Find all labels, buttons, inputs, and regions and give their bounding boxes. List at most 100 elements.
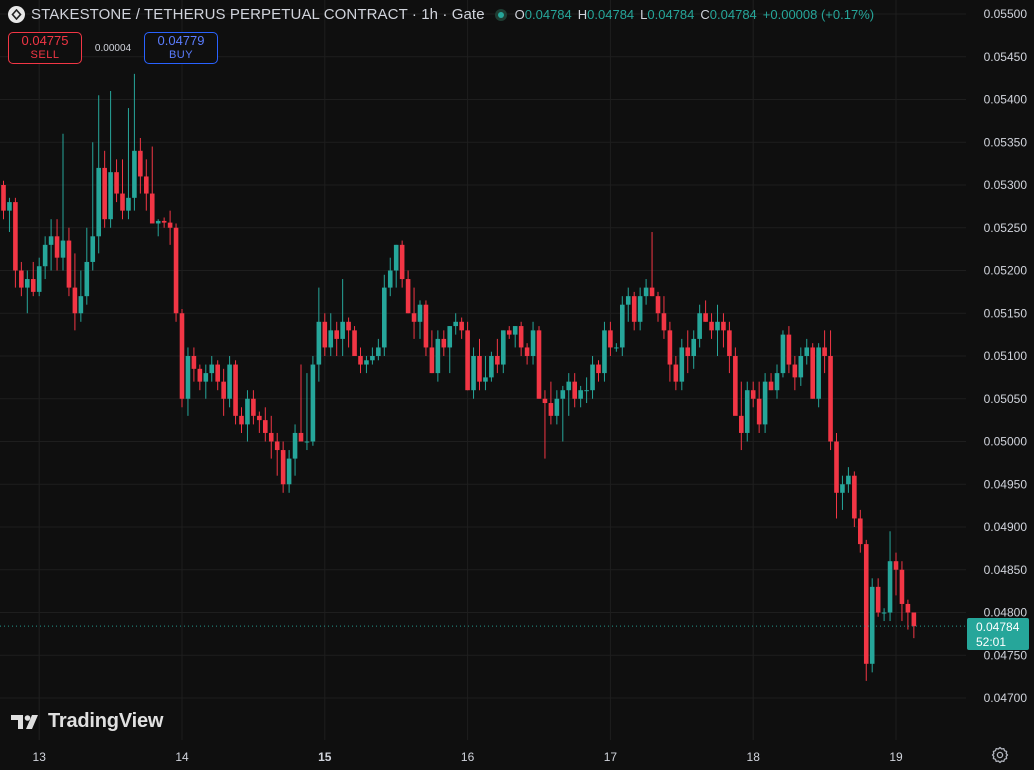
candle xyxy=(233,360,238,425)
trade-buttons: 0.04775 SELL 0.00004 0.04779 BUY xyxy=(8,32,218,64)
last-price-value: 0.04784 xyxy=(976,620,1020,634)
candle xyxy=(411,287,417,339)
candle xyxy=(846,467,851,493)
candle xyxy=(649,232,655,297)
candle-body xyxy=(911,612,917,627)
market-status-icon xyxy=(494,8,507,21)
candle-body xyxy=(590,364,595,391)
candle-body xyxy=(30,279,36,292)
candle xyxy=(614,343,619,352)
candle-body xyxy=(536,330,542,399)
candle xyxy=(453,313,458,335)
candle xyxy=(286,450,292,493)
candle xyxy=(102,150,107,228)
price-tick-label: 0.04900 xyxy=(984,520,1028,534)
candle-body xyxy=(263,420,268,433)
candle-body xyxy=(834,441,839,493)
candle-body xyxy=(203,373,209,382)
candle-body xyxy=(239,415,244,425)
candle xyxy=(631,291,637,331)
time-tick-label: 13 xyxy=(33,750,47,764)
candle-body xyxy=(721,321,726,331)
candle xyxy=(792,356,798,391)
candle-body xyxy=(501,330,506,365)
candle xyxy=(1,180,6,220)
candle-body xyxy=(750,390,756,399)
candle xyxy=(144,159,149,211)
candle xyxy=(548,381,554,425)
candle xyxy=(572,373,577,408)
candle xyxy=(334,321,339,356)
candle xyxy=(768,373,774,391)
price-axis[interactable]: 0.05500 0.05450 0.05400 0.05350 0.05300 0.052… xyxy=(984,7,1028,705)
candle-body xyxy=(679,347,685,382)
candle xyxy=(72,253,78,331)
candle xyxy=(804,338,810,365)
candle xyxy=(560,385,566,442)
candle-body xyxy=(715,321,720,331)
candle xyxy=(673,356,679,391)
candle xyxy=(685,330,691,374)
candle-body xyxy=(387,270,393,288)
candle xyxy=(709,313,714,339)
price-tick-label: 0.04850 xyxy=(984,563,1028,577)
candle-body xyxy=(42,244,48,267)
candle xyxy=(869,578,875,673)
candlestick-chart[interactable]: 0.05500 0.05450 0.05400 0.05350 0.05300 0.052… xyxy=(0,0,1034,770)
candle xyxy=(328,313,334,356)
candle xyxy=(54,219,60,271)
candle-body xyxy=(328,330,334,348)
candle xyxy=(578,385,583,408)
candle xyxy=(399,240,405,288)
candle-body xyxy=(846,475,851,485)
candle xyxy=(566,373,572,416)
candle xyxy=(447,326,453,374)
sell-button[interactable]: 0.04775 SELL xyxy=(8,32,82,64)
candle-body xyxy=(78,296,84,314)
candle-body xyxy=(286,458,292,485)
candle xyxy=(834,432,839,519)
last-price-tag: 0.04784 52:01 xyxy=(967,618,1029,650)
ohlc-values: O0.04784 H0.04784 L0.04784 C0.04784 +0.0… xyxy=(515,7,874,22)
candle-body xyxy=(441,338,447,348)
candle xyxy=(352,326,357,356)
candle xyxy=(96,95,101,254)
candle-body xyxy=(19,270,24,288)
time-axis[interactable]: 13 14 15 16 17 18 19 xyxy=(33,750,903,764)
symbol-title[interactable]: STAKESTONE / TETHERUS PERPETUAL CONTRACT… xyxy=(31,6,485,23)
candle xyxy=(911,612,917,639)
price-tick-label: 0.05000 xyxy=(984,435,1028,449)
candle xyxy=(667,321,673,382)
candle-body xyxy=(423,304,429,348)
settings-gear-icon[interactable] xyxy=(991,746,1009,764)
candle-body xyxy=(161,220,167,223)
candle-body xyxy=(173,227,179,314)
candle-body xyxy=(905,603,911,613)
candle-body xyxy=(96,167,101,237)
candle-body xyxy=(792,364,798,378)
candle-body xyxy=(102,167,107,220)
time-tick-label: 15 xyxy=(318,750,332,764)
candle-body xyxy=(316,321,322,365)
candle xyxy=(905,599,911,630)
candle xyxy=(518,321,524,356)
candle-body xyxy=(893,561,899,570)
buy-button[interactable]: 0.04779 BUY xyxy=(144,32,218,64)
candle xyxy=(298,364,304,442)
open-value: 0.04784 xyxy=(524,7,572,22)
candle xyxy=(554,390,560,425)
candle-body xyxy=(108,172,113,220)
candle-body xyxy=(370,356,375,361)
candle xyxy=(387,257,393,297)
sell-price: 0.04775 xyxy=(21,33,69,49)
candle-body xyxy=(257,415,262,421)
open-label: O xyxy=(514,7,525,22)
candle xyxy=(810,343,815,399)
price-tick-label: 0.04700 xyxy=(984,691,1028,705)
candle-body xyxy=(221,381,226,399)
candle xyxy=(703,300,708,322)
tradingview-logo[interactable]: TradingView xyxy=(11,710,163,733)
candle-body xyxy=(66,240,72,288)
candle xyxy=(78,270,84,322)
candle xyxy=(887,531,893,622)
